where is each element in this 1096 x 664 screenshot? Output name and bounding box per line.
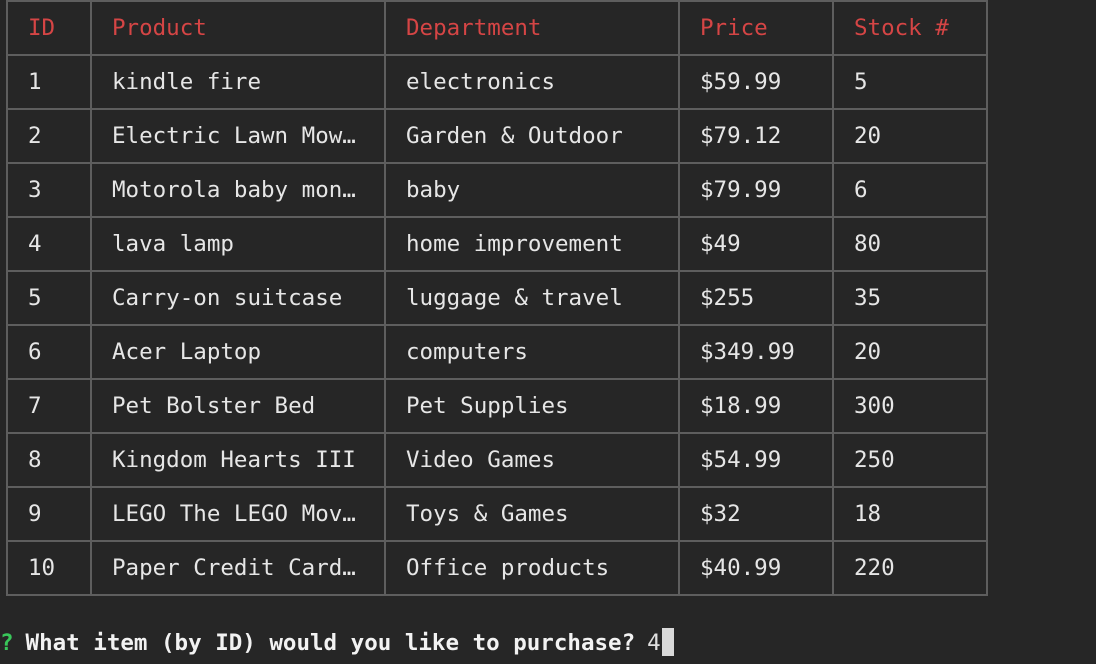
cell-price: $349.99 — [678, 324, 834, 380]
cell-id: 7 — [6, 378, 92, 434]
table-row: 6 Acer Laptop computers $349.99 20 — [6, 324, 988, 380]
table-row: 7 Pet Bolster Bed Pet Supplies $18.99 30… — [6, 378, 988, 434]
purchase-prompt[interactable]: ? What item (by ID) would you like to pur… — [0, 626, 674, 660]
cell-stock: 300 — [832, 378, 988, 434]
cell-price: $54.99 — [678, 432, 834, 488]
cell-price: $255 — [678, 270, 834, 326]
table-row: 9 LEGO The LEGO Mov… Toys & Games $32 18 — [6, 486, 988, 542]
cell-id: 2 — [6, 108, 92, 164]
cell-id: 6 — [6, 324, 92, 380]
cell-stock: 80 — [832, 216, 988, 272]
cell-stock: 20 — [832, 108, 988, 164]
cell-price: $79.12 — [678, 108, 834, 164]
cell-id: 5 — [6, 270, 92, 326]
cell-price: $40.99 — [678, 540, 834, 596]
table-row: 10 Paper Credit Card… Office products $4… — [6, 540, 988, 596]
cell-department: Toys & Games — [384, 486, 680, 542]
table-row: 1 kindle fire electronics $59.99 5 — [6, 54, 988, 110]
cell-price: $59.99 — [678, 54, 834, 110]
cell-price: $32 — [678, 486, 834, 542]
prompt-answer-input[interactable]: 4 — [647, 630, 661, 656]
cell-department: Office products — [384, 540, 680, 596]
cell-id: 10 — [6, 540, 92, 596]
cell-product: Acer Laptop — [90, 324, 386, 380]
cell-product: Kingdom Hearts III — [90, 432, 386, 488]
cell-department: home improvement — [384, 216, 680, 272]
cell-stock: 5 — [832, 54, 988, 110]
cell-stock: 220 — [832, 540, 988, 596]
cell-price: $79.99 — [678, 162, 834, 218]
cell-department: luggage & travel — [384, 270, 680, 326]
table-row: 5 Carry-on suitcase luggage & travel $25… — [6, 270, 988, 326]
table-row: 3 Motorola baby mon… baby $79.99 6 — [6, 162, 988, 218]
header-stock: Stock # — [832, 0, 988, 56]
cell-product: Carry-on suitcase — [90, 270, 386, 326]
cell-department: Garden & Outdoor — [384, 108, 680, 164]
text-cursor — [661, 627, 674, 656]
cell-id: 4 — [6, 216, 92, 272]
cell-stock: 250 — [832, 432, 988, 488]
table-row: 8 Kingdom Hearts III Video Games $54.99 … — [6, 432, 988, 488]
cell-department: baby — [384, 162, 680, 218]
cell-price: $49 — [678, 216, 834, 272]
cell-product: Pet Bolster Bed — [90, 378, 386, 434]
cell-stock: 20 — [832, 324, 988, 380]
cell-product: lava lamp — [90, 216, 386, 272]
table-header-row: ID Product Department Price Stock # — [6, 0, 988, 56]
cell-price: $18.99 — [678, 378, 834, 434]
products-table: ID Product Department Price Stock # 1 ki… — [6, 0, 988, 596]
prompt-question: What item (by ID) would you like to purc… — [25, 630, 636, 656]
header-product: Product — [90, 0, 386, 56]
cell-stock: 6 — [832, 162, 988, 218]
products-table-container: ID Product Department Price Stock # 1 ki… — [6, 0, 988, 596]
table-row: 4 lava lamp home improvement $49 80 — [6, 216, 988, 272]
cell-department: Video Games — [384, 432, 680, 488]
header-department: Department — [384, 0, 680, 56]
cell-product: Electric Lawn Mow… — [90, 108, 386, 164]
prompt-marker: ? — [0, 630, 14, 656]
cell-product: Motorola baby mon… — [90, 162, 386, 218]
header-price: Price — [678, 0, 834, 56]
cell-id: 8 — [6, 432, 92, 488]
cell-product: kindle fire — [90, 54, 386, 110]
header-id: ID — [6, 0, 92, 56]
cell-stock: 35 — [832, 270, 988, 326]
cell-product: Paper Credit Card… — [90, 540, 386, 596]
table-row: 2 Electric Lawn Mow… Garden & Outdoor $7… — [6, 108, 988, 164]
cell-product: LEGO The LEGO Mov… — [90, 486, 386, 542]
cell-department: computers — [384, 324, 680, 380]
cell-department: Pet Supplies — [384, 378, 680, 434]
cell-id: 9 — [6, 486, 92, 542]
cell-id: 3 — [6, 162, 92, 218]
cell-stock: 18 — [832, 486, 988, 542]
cell-department: electronics — [384, 54, 680, 110]
cell-id: 1 — [6, 54, 92, 110]
